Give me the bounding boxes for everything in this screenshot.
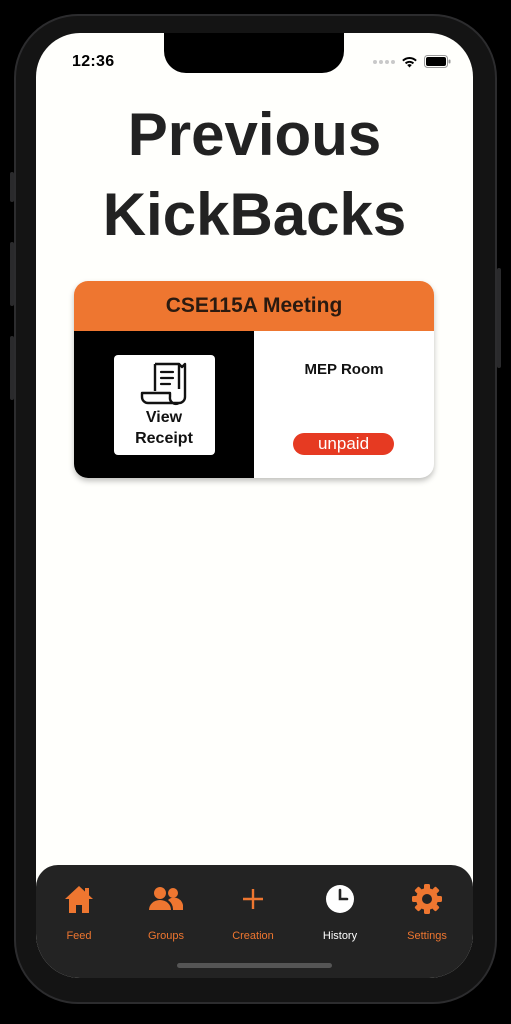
view-receipt-label-line1: View (145, 408, 183, 426)
tab-creation-label: Creation (232, 930, 274, 942)
page-title-line1: Previous (127, 101, 382, 168)
gear-icon (411, 881, 443, 917)
tab-groups-label: Groups (147, 930, 185, 942)
signal-dots-icon (373, 59, 395, 64)
kickback-details: MEP Room unpaid (254, 331, 434, 478)
kickback-receipt-panel: View Receipt (74, 331, 254, 478)
home-indicator (177, 963, 332, 968)
volume-up-button (10, 242, 14, 306)
kickback-card[interactable]: CSE115A Meeting View Receipt MEP Room un… (74, 281, 434, 478)
plus-icon (241, 881, 265, 917)
tab-feed-label: Feed (66, 930, 92, 942)
view-receipt-label: View Receipt (135, 407, 193, 449)
volume-down-button (10, 336, 14, 400)
tab-groups[interactable]: Groups (123, 881, 209, 942)
home-icon (63, 881, 95, 917)
kickback-card-body: View Receipt MEP Room unpaid (74, 331, 434, 478)
tab-feed[interactable]: Feed (36, 881, 122, 942)
receipt-icon (140, 362, 187, 405)
screen: 12:36 Previous KickBacks CSE115A Meeting (36, 33, 473, 978)
tab-history[interactable]: History (297, 881, 383, 942)
tab-settings[interactable]: Settings (384, 881, 470, 942)
status-time: 12:36 (72, 53, 115, 70)
notch (164, 33, 344, 73)
payment-status-badge: unpaid (293, 433, 394, 455)
power-button (497, 268, 501, 368)
kickback-title: CSE115A Meeting (74, 281, 434, 331)
groups-icon (149, 881, 183, 917)
kickback-location: MEP Room (304, 361, 384, 378)
page-title-line2: KickBacks (102, 181, 407, 248)
view-receipt-button[interactable]: View Receipt (113, 354, 215, 455)
tab-settings-label: Settings (407, 930, 447, 942)
tab-history-label: History (322, 930, 358, 942)
status-icons (373, 55, 451, 68)
silent-switch (10, 172, 14, 202)
battery-icon (424, 55, 451, 68)
clock-icon (325, 881, 355, 917)
wifi-icon (402, 56, 417, 67)
page-title: Previous KickBacks (36, 95, 473, 255)
tab-bar: Feed Groups Creation History Settings (36, 865, 473, 978)
tab-creation[interactable]: Creation (210, 881, 296, 942)
view-receipt-label-line2: Receipt (135, 429, 193, 447)
